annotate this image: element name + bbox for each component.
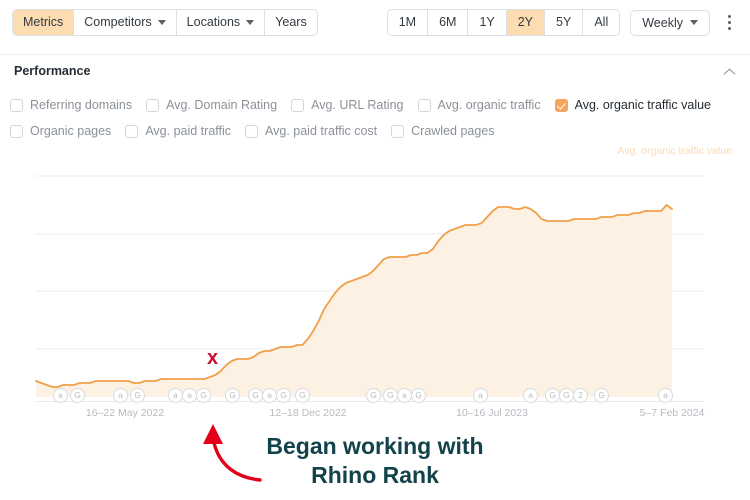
range-5y-label: 5Y — [556, 14, 572, 29]
chevron-down-icon — [246, 20, 255, 25]
metric-avg-url-rating[interactable]: Avg. URL Rating — [291, 92, 404, 118]
chart-container: Avg. organic traffic value — [0, 145, 750, 420]
algorithm-update-badge[interactable]: G — [411, 388, 426, 403]
metric-label: Avg. paid traffic cost — [265, 124, 378, 138]
algorithm-update-badge[interactable]: G — [248, 388, 263, 403]
metric-organic-pages[interactable]: Organic pages — [10, 118, 111, 144]
chevron-down-icon — [157, 20, 166, 25]
range-1y-label: 1Y — [479, 14, 495, 29]
metric-crawled-pages[interactable]: Crawled pages — [391, 118, 495, 144]
x-axis-tick-label: 12–18 Dec 2022 — [269, 407, 347, 419]
metric-checkbox-list: Referring domains Avg. Domain Rating Avg… — [10, 92, 742, 144]
toolbar-right-group: 1M 6M 1Y 2Y 5Y All Weekly — [386, 8, 738, 37]
page-title: Performance — [14, 63, 91, 78]
checkbox-icon[interactable] — [391, 124, 405, 138]
algorithm-update-badge[interactable]: G — [196, 388, 211, 403]
algorithm-update-badge[interactable]: a — [182, 388, 197, 403]
callout-line-2: Rhino Rank — [311, 462, 439, 489]
algorithm-update-badge[interactable]: a — [168, 388, 183, 403]
algorithm-update-badge[interactable]: a — [113, 388, 128, 403]
tab-metrics-label: Metrics — [23, 14, 64, 29]
metric-avg-organic-traffic[interactable]: Avg. organic traffic — [417, 92, 541, 118]
range-all-label: All — [594, 14, 609, 29]
checkbox-icon[interactable] — [10, 124, 23, 138]
chevron-up-icon[interactable] — [724, 65, 736, 77]
granularity-dropdown[interactable]: Weekly — [630, 9, 710, 36]
checkbox-checked-icon[interactable] — [554, 98, 568, 112]
callout-line-1: Began working with — [266, 433, 484, 459]
algorithm-update-badge[interactable]: G — [559, 388, 574, 403]
algorithm-update-badge[interactable]: 2 — [573, 388, 588, 403]
x-axis-tick-label: 10–16 Jul 2023 — [456, 407, 528, 419]
metric-label: Avg. organic traffic value — [574, 98, 711, 112]
range-1y[interactable]: 1Y — [468, 9, 507, 36]
algorithm-update-badge[interactable]: a — [262, 388, 277, 403]
range-2y-label: 2Y — [517, 14, 534, 29]
checkbox-icon[interactable] — [291, 98, 305, 112]
metric-avg-paid-traffic[interactable]: Avg. paid traffic — [125, 118, 231, 144]
tab-years-label: Years — [275, 14, 307, 29]
x-axis-tick-label: 16–22 May 2022 — [85, 407, 165, 419]
algorithm-update-badge[interactable]: G — [130, 388, 145, 403]
algorithm-update-badge[interactable]: G — [70, 388, 85, 403]
metric-label: Avg. organic traffic — [437, 98, 541, 112]
metric-avg-organic-traffic-value[interactable]: Avg. organic traffic value — [554, 92, 711, 118]
algorithm-update-badge[interactable]: G — [276, 388, 291, 403]
x-axis-tick-label: 5–7 Feb 2024 — [639, 407, 705, 419]
granularity-label: Weekly — [642, 15, 683, 30]
range-1m[interactable]: 1M — [387, 9, 429, 36]
toolbar-left-group: Metrics Competitors Locations Years — [12, 8, 318, 37]
tab-metrics[interactable]: Metrics — [13, 9, 75, 36]
metric-referring-domains[interactable]: Referring domains — [10, 92, 132, 118]
chart-toolbar: Metrics Competitors Locations Years 1M 6… — [0, 0, 750, 45]
chart-plot-area[interactable] — [0, 167, 750, 397]
checkbox-icon[interactable] — [417, 98, 431, 112]
algorithm-update-badge[interactable]: a — [53, 388, 68, 403]
organic-traffic-value-area-chart — [35, 175, 704, 397]
metric-label: Avg. URL Rating — [311, 98, 404, 112]
kebab-menu-icon[interactable] — [720, 11, 738, 35]
chevron-down-icon — [690, 20, 698, 25]
checkbox-icon[interactable] — [245, 124, 259, 138]
algorithm-update-badge[interactable]: a — [523, 388, 538, 403]
range-1m-label: 1M — [398, 14, 417, 29]
metric-label: Avg. paid traffic — [145, 124, 232, 138]
chart-x-axis: aGaGaaGGGaGGGGaGaaGG2Ga 16–22 May 2022 12… — [0, 388, 750, 420]
metric-label: Organic pages — [30, 124, 112, 138]
tab-competitors[interactable]: Competitors — [74, 9, 177, 36]
algorithm-update-badge[interactable]: G — [545, 388, 560, 403]
algorithm-update-badge[interactable]: a — [397, 388, 412, 403]
algorithm-update-badge[interactable]: G — [225, 388, 240, 403]
range-6m[interactable]: 6M — [428, 9, 469, 36]
checkbox-icon[interactable] — [125, 124, 139, 138]
range-5y[interactable]: 5Y — [545, 9, 584, 36]
metric-avg-paid-traffic-cost[interactable]: Avg. paid traffic cost — [245, 118, 377, 144]
algorithm-update-badge[interactable]: a — [473, 388, 488, 403]
metric-label: Avg. Domain Rating — [166, 98, 278, 112]
algorithm-update-badge[interactable]: G — [594, 388, 609, 403]
x-marker-annotation: x — [207, 347, 219, 369]
tab-years[interactable]: Years — [265, 9, 317, 36]
range-2y[interactable]: 2Y — [506, 9, 546, 36]
metric-label: Referring domains — [30, 98, 133, 112]
range-all[interactable]: All — [583, 9, 620, 36]
algorithm-update-badge[interactable]: a — [658, 388, 673, 403]
time-range-button-group: 1M 6M 1Y 2Y 5Y All — [386, 8, 621, 37]
algorithm-update-badge[interactable]: G — [366, 388, 381, 403]
chart-legend-label: Avg. organic traffic value — [617, 145, 732, 157]
algorithm-update-badge[interactable]: G — [295, 388, 310, 403]
metric-label: Crawled pages — [411, 124, 495, 138]
checkbox-icon[interactable] — [146, 98, 160, 112]
performance-chart-panel: Metrics Competitors Locations Years 1M 6… — [0, 0, 750, 500]
tab-competitors-label: Competitors — [84, 14, 152, 29]
performance-section-header: Performance — [0, 54, 750, 86]
callout-annotation: Began working with Rhino Rank — [0, 432, 750, 491]
tab-locations-label: Locations — [186, 14, 241, 29]
range-6m-label: 6M — [439, 14, 457, 29]
algorithm-update-badge[interactable]: G — [383, 388, 398, 403]
metric-avg-domain-rating[interactable]: Avg. Domain Rating — [146, 92, 277, 118]
dimension-button-group: Metrics Competitors Locations Years — [12, 8, 318, 37]
checkbox-icon[interactable] — [10, 98, 23, 112]
tab-locations[interactable]: Locations — [176, 9, 266, 36]
